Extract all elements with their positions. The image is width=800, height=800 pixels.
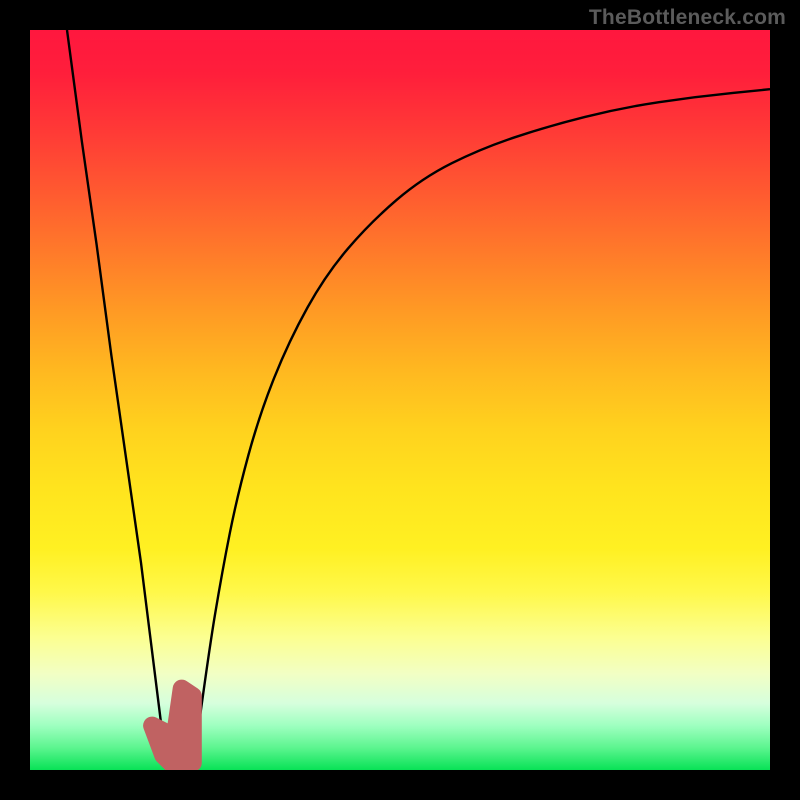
curve-left-branch [67,30,167,770]
curve-overlay [30,30,770,770]
outer-frame: TheBottleneck.com [0,0,800,800]
point-marker-icon [154,727,166,739]
plot-area [30,30,770,770]
curve-right-branch [193,89,770,770]
watermark-label: TheBottleneck.com [589,6,786,30]
